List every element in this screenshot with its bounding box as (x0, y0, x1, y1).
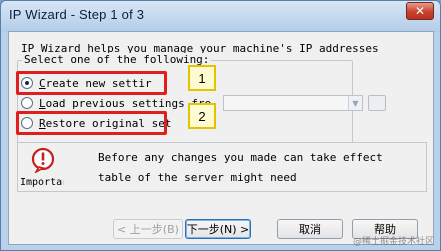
warning-icon (31, 147, 55, 173)
watermark: @稀土掘金技术社区 (352, 237, 434, 247)
browse-button[interactable] (368, 95, 386, 111)
highlight-box-create-new (16, 71, 167, 95)
previous-settings-dropdown[interactable]: ▼ (223, 95, 363, 111)
callout-1: 1 (188, 65, 216, 91)
close-icon: ✕ (414, 4, 426, 18)
title-bar[interactable]: IP Wizard - Step 1 of 3 ✕ (1, 1, 440, 31)
option-load-previous[interactable]: Load previous settings fro (21, 95, 211, 111)
info-icon-label: Importar (20, 177, 64, 188)
wizard-window: IP Wizard - Step 1 of 3 ✕ IP Wizard help… (0, 0, 441, 251)
option-load-previous-text: oad previous settings fro (45, 96, 212, 110)
wizard-body: IP Wizard helps you manage your machine'… (8, 31, 434, 245)
info-line-2: table of the server might need (98, 171, 297, 184)
chevron-down-icon[interactable]: ▼ (348, 96, 362, 110)
highlight-box-restore (16, 111, 167, 135)
info-box: Importar Before any changes you made can… (17, 142, 427, 192)
radio-load-previous[interactable] (21, 97, 33, 109)
option-load-previous-label: Load previous settings fro (39, 96, 212, 110)
callout-2: 2 (188, 103, 216, 129)
options-group-title: Select one of the following: (22, 53, 212, 66)
close-button[interactable]: ✕ (406, 2, 434, 20)
cancel-button[interactable]: 取消 (277, 219, 343, 239)
info-line-1: Before any changes you made can take eff… (98, 151, 383, 164)
window-title: IP Wizard - Step 1 of 3 (9, 7, 145, 22)
next-button[interactable]: 下一步(N) > (185, 219, 251, 239)
back-button[interactable]: < 上一步(B) (113, 219, 183, 239)
